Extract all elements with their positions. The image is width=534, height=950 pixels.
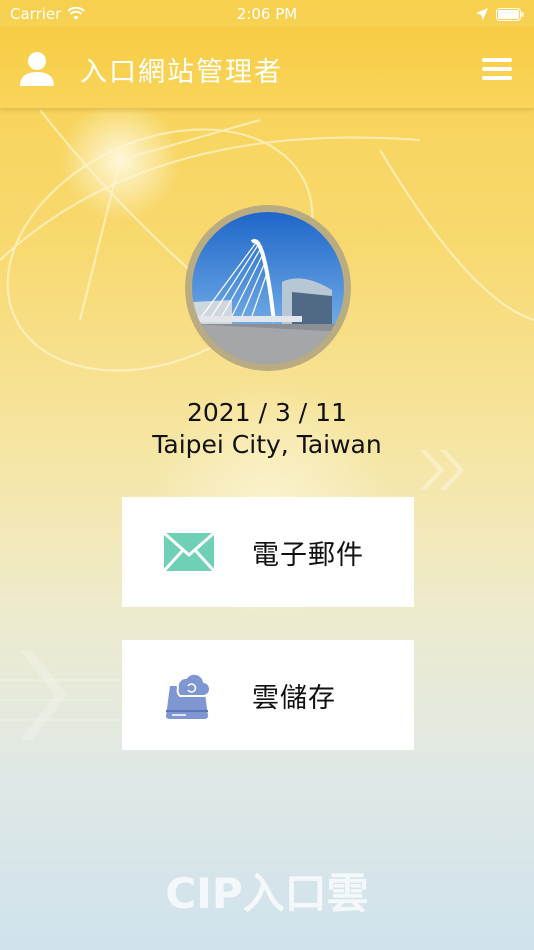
cloud-storage-label: 雲儲存	[252, 682, 336, 714]
footer-logo: CIP入口雲	[165, 869, 369, 918]
background-artwork	[0, 100, 534, 740]
location-text: Taipei City, Taiwan	[152, 430, 382, 459]
status-bar: Carrier 2:06 PM	[0, 0, 534, 28]
cloud-storage-tile-button[interactable]: 雲儲存	[122, 640, 414, 750]
page-title: 入口網站管理者	[80, 57, 283, 88]
mail-icon	[164, 533, 214, 571]
bridge-photo	[192, 212, 344, 364]
date-text: 2021 / 3 / 11	[187, 398, 347, 427]
hamburger-menu-icon[interactable]	[482, 58, 512, 82]
cloud-storage-icon	[166, 672, 210, 719]
profile-photo	[185, 205, 351, 371]
user-icon[interactable]	[18, 50, 56, 88]
clock: 2:06 PM	[236, 5, 298, 23]
email-label: 電子郵件	[252, 539, 364, 571]
email-tile-button[interactable]: 電子郵件	[122, 497, 414, 607]
navigation-bar: 入口網站管理者	[0, 28, 534, 108]
